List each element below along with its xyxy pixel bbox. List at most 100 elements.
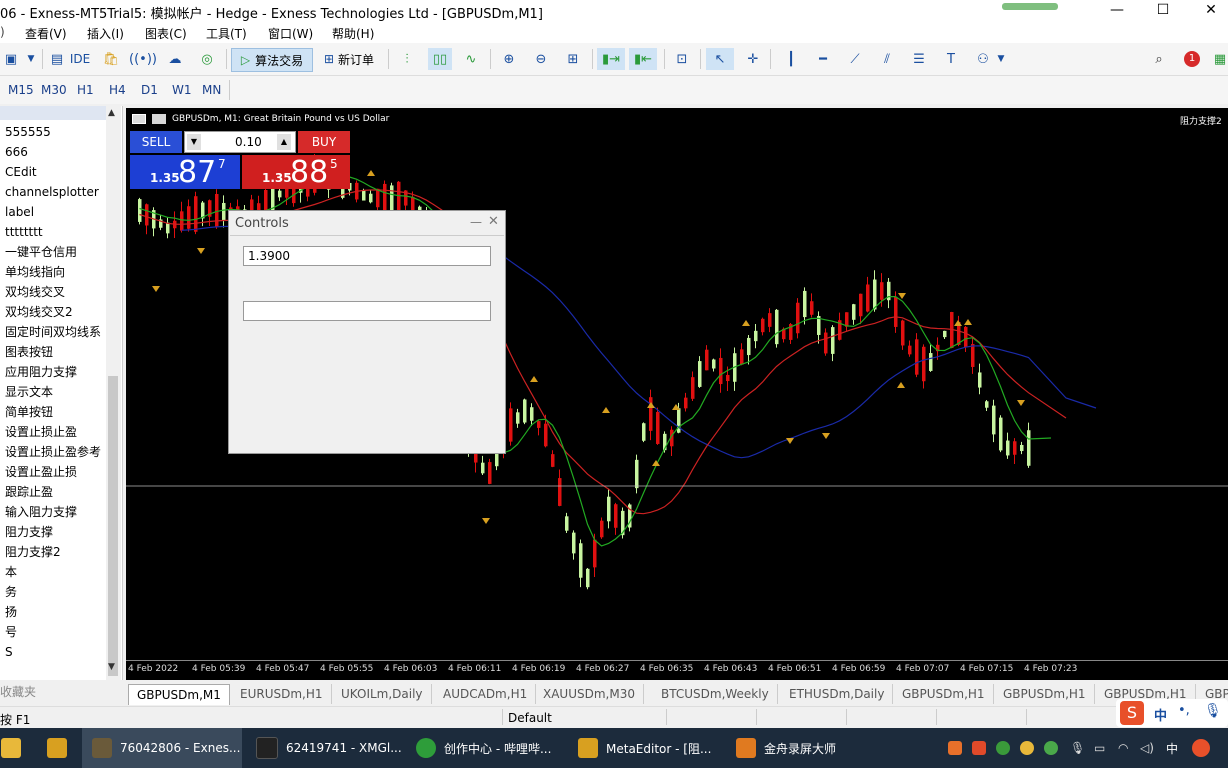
- text-icon[interactable]: T: [940, 48, 962, 70]
- navigator-item[interactable]: 双均线交叉2: [0, 302, 105, 322]
- price-input[interactable]: [243, 246, 491, 266]
- maximize-button[interactable]: ☐: [1148, 2, 1178, 18]
- vps-icon[interactable]: ◎: [196, 48, 218, 70]
- navigator-item[interactable]: 图表按钮: [0, 342, 105, 362]
- line-chart-icon[interactable]: ∿: [460, 48, 482, 70]
- navigator-item[interactable]: 务: [0, 582, 105, 602]
- text-input[interactable]: [243, 301, 491, 321]
- task-xm[interactable]: 62419741 - XMGl...: [246, 728, 406, 768]
- app-icon[interactable]: [46, 728, 68, 768]
- account-icon[interactable]: ▦: [1212, 48, 1228, 70]
- chart-menu-icon[interactable]: [132, 114, 146, 124]
- mic-icon[interactable]: 🎙: [1204, 703, 1222, 719]
- file-explorer-icon[interactable]: [0, 728, 22, 768]
- tab-chart-7[interactable]: ETHUSDm,Daily: [781, 684, 894, 704]
- tray-app3-icon[interactable]: [1020, 728, 1036, 768]
- signal-icon[interactable]: ((•)): [129, 48, 157, 70]
- navigator-item[interactable]: 双均线交叉: [0, 282, 105, 302]
- navigator-item[interactable]: 号: [0, 622, 105, 642]
- dialog-minimize-icon[interactable]: —: [470, 215, 482, 229]
- shapes-dropdown-icon[interactable]: ▼: [996, 48, 1006, 70]
- shield-icon[interactable]: [996, 728, 1012, 768]
- navigator-scroll-thumb[interactable]: [108, 376, 118, 676]
- navigator-item[interactable]: label: [0, 202, 105, 222]
- algo-trading-button[interactable]: ▷ 算法交易: [231, 48, 313, 72]
- market-icon[interactable]: 🛍: [100, 48, 122, 70]
- ime-toolbar[interactable]: S 中 •, 🎙: [1116, 699, 1228, 727]
- sogou-tray-icon[interactable]: [1192, 728, 1214, 768]
- vertical-line-icon[interactable]: ┃: [780, 48, 802, 70]
- navigator-item[interactable]: 扬: [0, 602, 105, 622]
- autoscroll-icon[interactable]: ▮⇥: [597, 48, 625, 70]
- navigator-item[interactable]: 设置止盈止损: [0, 462, 105, 482]
- sell-button[interactable]: SELL: [130, 131, 182, 153]
- chart-shift-icon[interactable]: ▮⇤: [629, 48, 657, 70]
- notification-icon[interactable]: 1: [1180, 48, 1204, 70]
- tf-m30[interactable]: M30: [41, 83, 67, 97]
- menu-chart[interactable]: 图表(C): [145, 25, 187, 42]
- navigator-item[interactable]: 单均线指向: [0, 262, 105, 282]
- navigator-item[interactable]: 阻力支撑: [0, 522, 105, 542]
- navigator-item[interactable]: 固定时间双均线系: [0, 322, 105, 342]
- navigator-item[interactable]: 跟踪止盈: [0, 482, 105, 502]
- dropdown-icon[interactable]: ▼: [24, 48, 38, 70]
- bar-chart-icon[interactable]: ⫶: [396, 48, 418, 70]
- task-recorder[interactable]: 金舟录屏大师: [730, 728, 890, 768]
- lot-size-input[interactable]: ▼ 0.10 ▲: [184, 131, 296, 153]
- minimize-button[interactable]: —: [1102, 2, 1132, 18]
- task-metaeditor[interactable]: MetaEditor - [阻...: [570, 728, 730, 768]
- menu-tools[interactable]: 工具(T): [206, 25, 247, 42]
- navigator-item[interactable]: 设置止损止盈参考: [0, 442, 105, 462]
- navigator-item[interactable]: CEdit: [0, 162, 105, 182]
- fibonacci-icon[interactable]: ☰: [908, 48, 930, 70]
- channel-icon[interactable]: ⫽: [876, 48, 898, 70]
- tf-h1[interactable]: H1: [77, 83, 94, 97]
- favorites-tab[interactable]: 收藏夹: [0, 683, 36, 700]
- zoom-in-icon[interactable]: ⊕: [498, 48, 520, 70]
- ime-tray[interactable]: 中: [1166, 728, 1182, 768]
- lot-decrease-icon[interactable]: ▼: [187, 134, 201, 150]
- navigator-item[interactable]: 简单按钮: [0, 402, 105, 422]
- screenshot-icon[interactable]: ⊡: [670, 48, 694, 70]
- task-exness[interactable]: 76042806 - Exnes...: [82, 728, 242, 768]
- navigator-item[interactable]: 一键平仓信用: [0, 242, 105, 262]
- navigator-item[interactable]: 阻力支撑2: [0, 542, 105, 562]
- tab-chart-1[interactable]: GBPUSDm,M1: [128, 684, 230, 705]
- tab-chart-9[interactable]: GBPUSDm,H1: [995, 684, 1095, 704]
- menu-prev[interactable]: ): [0, 25, 5, 39]
- ime-mode[interactable]: 中: [1154, 705, 1167, 724]
- menu-insert[interactable]: 插入(I): [87, 25, 124, 42]
- task-browser[interactable]: 创作中心 - 哔哩哔...: [408, 728, 568, 768]
- tf-h4[interactable]: H4: [109, 83, 126, 97]
- tf-m15[interactable]: M15: [8, 83, 34, 97]
- navigator-item[interactable]: 输入阻力支撑: [0, 502, 105, 522]
- wifi-icon[interactable]: ◠: [1118, 728, 1134, 768]
- scroll-up-icon[interactable]: ▲: [108, 108, 115, 118]
- tf-w1[interactable]: W1: [172, 83, 192, 97]
- tab-chart-6[interactable]: BTCUSDm,Weekly: [653, 684, 778, 704]
- new-chart-icon[interactable]: ▣: [0, 48, 22, 70]
- tab-chart-8[interactable]: GBPUSDm,H1: [894, 684, 994, 704]
- candlestick-icon[interactable]: ▯▯: [428, 48, 452, 70]
- shapes-icon[interactable]: ⚇: [972, 48, 994, 70]
- ide-button[interactable]: IDE: [68, 48, 92, 70]
- zoom-out-icon[interactable]: ⊖: [530, 48, 552, 70]
- new-order-button[interactable]: ⊞ 新订单: [316, 48, 382, 70]
- tray-app-icon[interactable]: [948, 728, 964, 768]
- navigator-item[interactable]: 666: [0, 142, 105, 162]
- navigator-item[interactable]: 应用阻力支撑: [0, 362, 105, 382]
- navigator-item[interactable]: channelsplotter: [0, 182, 105, 202]
- search-icon[interactable]: ⌕: [1148, 48, 1170, 70]
- crosshair-icon[interactable]: ✛: [742, 48, 764, 70]
- trend-line-icon[interactable]: ⟋: [844, 48, 866, 70]
- tab-chart-2[interactable]: EURUSDm,H1: [232, 684, 332, 704]
- volume-icon[interactable]: ◁): [1140, 728, 1156, 768]
- menu-window[interactable]: 窗口(W): [268, 25, 313, 42]
- navigator-item[interactable]: 555555: [0, 122, 105, 142]
- lot-increase-icon[interactable]: ▲: [277, 134, 291, 150]
- sell-price[interactable]: 1.35 87 7: [130, 155, 240, 190]
- navigator-item[interactable]: tttttttt: [0, 222, 105, 242]
- menu-view[interactable]: 查看(V): [25, 25, 67, 42]
- horizontal-line-icon[interactable]: ━: [812, 48, 834, 70]
- buy-price[interactable]: 1.35 88 5: [242, 155, 350, 190]
